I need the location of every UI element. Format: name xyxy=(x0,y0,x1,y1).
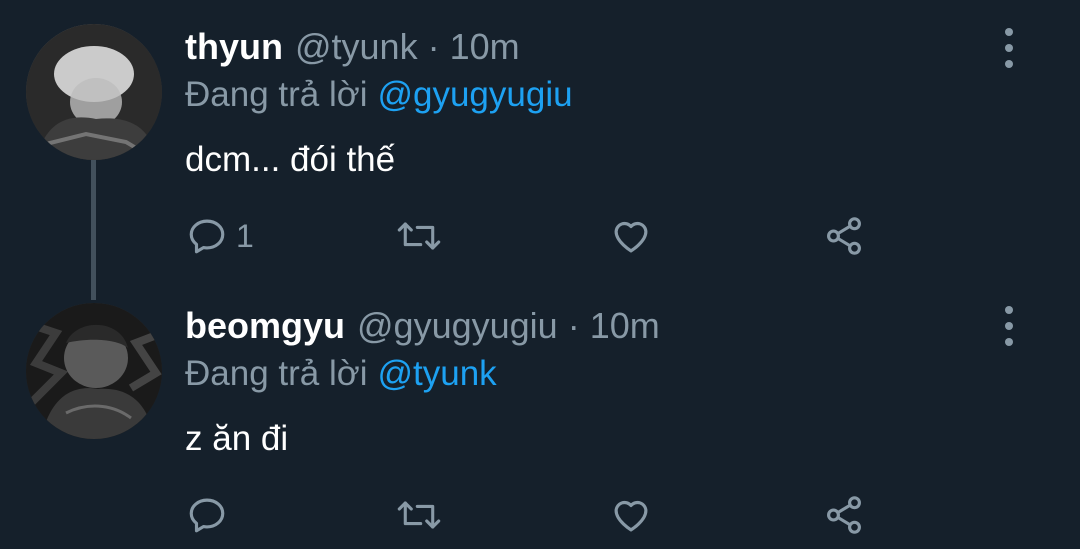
reply-button[interactable] xyxy=(186,490,236,540)
like-button[interactable] xyxy=(610,490,652,540)
replying-to-label: Đang trả lời xyxy=(185,75,368,114)
avatar-image xyxy=(26,303,162,439)
reply-icon xyxy=(189,219,225,254)
replying-to-mention[interactable]: @gyugyugiu xyxy=(377,75,572,114)
reply-icon xyxy=(189,498,225,533)
like-button[interactable] xyxy=(610,211,652,261)
retweet-icon xyxy=(397,222,441,250)
retweet-button[interactable] xyxy=(395,490,443,540)
share-button[interactable] xyxy=(823,211,865,261)
reply-button[interactable]: 1 xyxy=(186,211,254,261)
more-dot xyxy=(1005,322,1013,330)
share-button[interactable] xyxy=(823,490,865,540)
tweet-text: z ăn đi xyxy=(185,419,289,458)
user-handle[interactable]: @gyugyugiu xyxy=(357,302,558,350)
tweet-actions: 1 xyxy=(0,211,1080,261)
user-handle[interactable]: @tyunk xyxy=(295,23,418,71)
separator-dot: · xyxy=(427,26,440,67)
share-icon xyxy=(827,496,861,534)
more-vertical-icon[interactable] xyxy=(996,306,1022,346)
tweet-text: dcm... đói thế xyxy=(185,140,396,179)
separator-dot: · xyxy=(567,305,580,346)
tweet-header: beomgyu @gyugyugiu · 10m xyxy=(185,302,660,350)
reply-count: 1 xyxy=(236,217,254,254)
more-dot xyxy=(1005,60,1013,68)
display-name[interactable]: beomgyu xyxy=(185,302,345,350)
tweet-actions xyxy=(0,490,1080,540)
display-name[interactable]: thyun xyxy=(185,23,283,71)
timestamp[interactable]: 10m xyxy=(590,302,660,350)
replying-to-label: Đang trả lời xyxy=(185,354,368,393)
heart-icon xyxy=(614,500,648,532)
tweet[interactable]: thyun @tyunk · 10m Đang trả lời @gyugyugi… xyxy=(0,0,1080,300)
more-dot xyxy=(1005,338,1013,346)
replying-to: Đang trả lời @tyunk xyxy=(185,350,497,398)
more-dot xyxy=(1005,306,1013,314)
avatar[interactable] xyxy=(26,303,162,439)
replying-to-mention[interactable]: @tyunk xyxy=(377,354,496,393)
more-vertical-icon[interactable] xyxy=(996,28,1022,68)
retweet-icon xyxy=(397,501,441,529)
more-dot xyxy=(1005,44,1013,52)
heart-icon xyxy=(614,221,648,253)
timestamp[interactable]: 10m xyxy=(450,23,520,71)
tweet-header: thyun @tyunk · 10m xyxy=(185,23,520,71)
replying-to: Đang trả lời @gyugyugiu xyxy=(185,71,573,119)
avatar-image xyxy=(26,24,162,160)
retweet-button[interactable] xyxy=(395,211,443,261)
avatar[interactable] xyxy=(26,24,162,160)
tweet[interactable]: beomgyu @gyugyugiu · 10m Đang trả lời @ty… xyxy=(0,290,1080,549)
more-dot xyxy=(1005,28,1013,36)
share-icon xyxy=(827,217,861,255)
